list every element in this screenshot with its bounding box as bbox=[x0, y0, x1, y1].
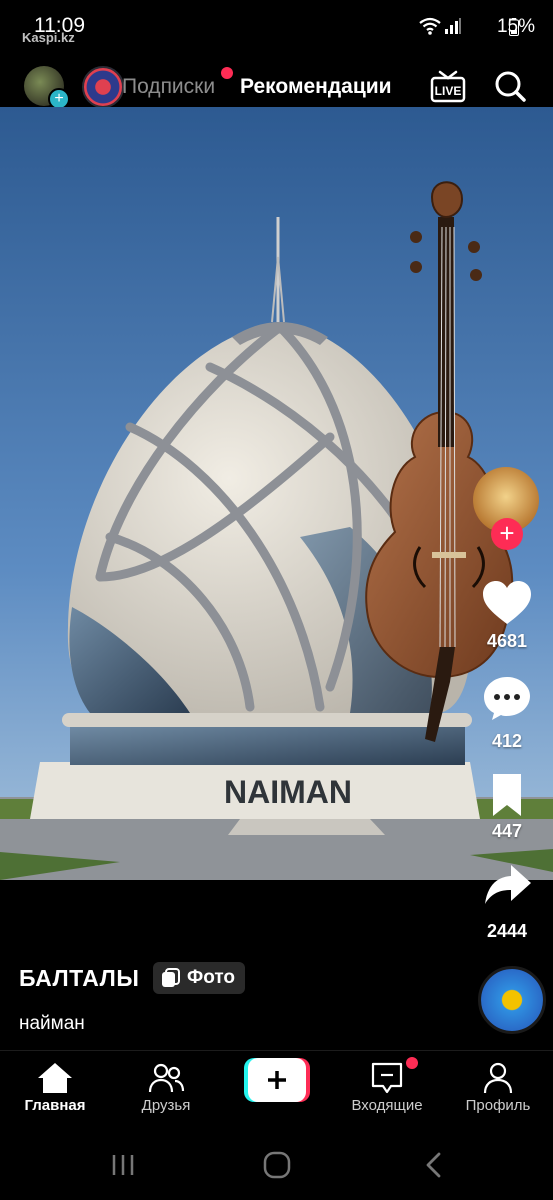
wifi-icon bbox=[419, 17, 441, 35]
post-photo[interactable]: NAIMAN bbox=[0, 107, 553, 880]
back-icon[interactable] bbox=[422, 1151, 446, 1179]
friends-icon bbox=[148, 1063, 185, 1093]
bookmark-icon[interactable] bbox=[481, 772, 533, 818]
nav-home-label: Главная bbox=[24, 1097, 86, 1114]
story-avatar-button[interactable] bbox=[82, 66, 124, 108]
nav-home[interactable]: Главная bbox=[0, 1061, 110, 1114]
nav-profile-label: Профиль bbox=[465, 1097, 531, 1114]
profile-icon bbox=[483, 1062, 513, 1094]
nav-friends-label: Друзья bbox=[141, 1097, 191, 1114]
inbox-notification-dot bbox=[406, 1057, 418, 1069]
watermark: Kaspi.kz bbox=[22, 30, 75, 45]
saves-count: 447 bbox=[491, 821, 523, 841]
recent-apps-icon[interactable] bbox=[110, 1152, 136, 1178]
tab-following[interactable]: Подписки bbox=[122, 75, 215, 99]
signal-icon bbox=[445, 18, 461, 34]
nav-friends[interactable]: Друзья bbox=[111, 1061, 221, 1114]
photo-illustration: NAIMAN bbox=[0, 107, 553, 880]
nav-inbox-label: Входящие bbox=[351, 1097, 423, 1114]
search-icon[interactable] bbox=[492, 68, 528, 104]
live-label: LIVE bbox=[435, 84, 462, 98]
likes-count: 4681 bbox=[486, 631, 528, 651]
nav-profile[interactable]: Профиль bbox=[443, 1061, 553, 1114]
tab-for-you[interactable]: Рекомендации bbox=[240, 75, 392, 99]
create-button[interactable] bbox=[244, 1058, 310, 1102]
shares-count: 2444 bbox=[486, 921, 528, 941]
follow-plus-icon[interactable]: + bbox=[491, 518, 523, 550]
comment-icon[interactable] bbox=[481, 675, 533, 721]
heart-icon[interactable] bbox=[481, 580, 533, 626]
nav-inbox[interactable]: Входящие bbox=[332, 1061, 442, 1114]
photo-badge: Фото bbox=[153, 962, 246, 994]
music-disc[interactable] bbox=[478, 966, 546, 1034]
live-icon[interactable]: LIVE bbox=[430, 68, 466, 104]
inbox-icon bbox=[371, 1062, 403, 1094]
battery-icon bbox=[509, 18, 519, 36]
building-sign: NAIMAN bbox=[224, 774, 352, 810]
post-description[interactable]: найман bbox=[19, 1013, 85, 1035]
comments-count: 412 bbox=[491, 731, 523, 751]
home-system-icon[interactable] bbox=[263, 1151, 291, 1179]
home-icon bbox=[38, 1063, 72, 1093]
author-name[interactable]: БАЛТАЛЫ bbox=[19, 965, 139, 992]
share-icon[interactable] bbox=[481, 862, 533, 908]
photo-badge-label: Фото bbox=[187, 967, 236, 988]
photo-mode-icon bbox=[162, 968, 180, 987]
my-avatar-button[interactable]: + bbox=[24, 66, 70, 110]
notification-dot bbox=[221, 67, 233, 79]
system-nav-bar bbox=[0, 1130, 553, 1200]
status-bar: 11:09 Kaspi.kz 15% bbox=[0, 0, 553, 52]
